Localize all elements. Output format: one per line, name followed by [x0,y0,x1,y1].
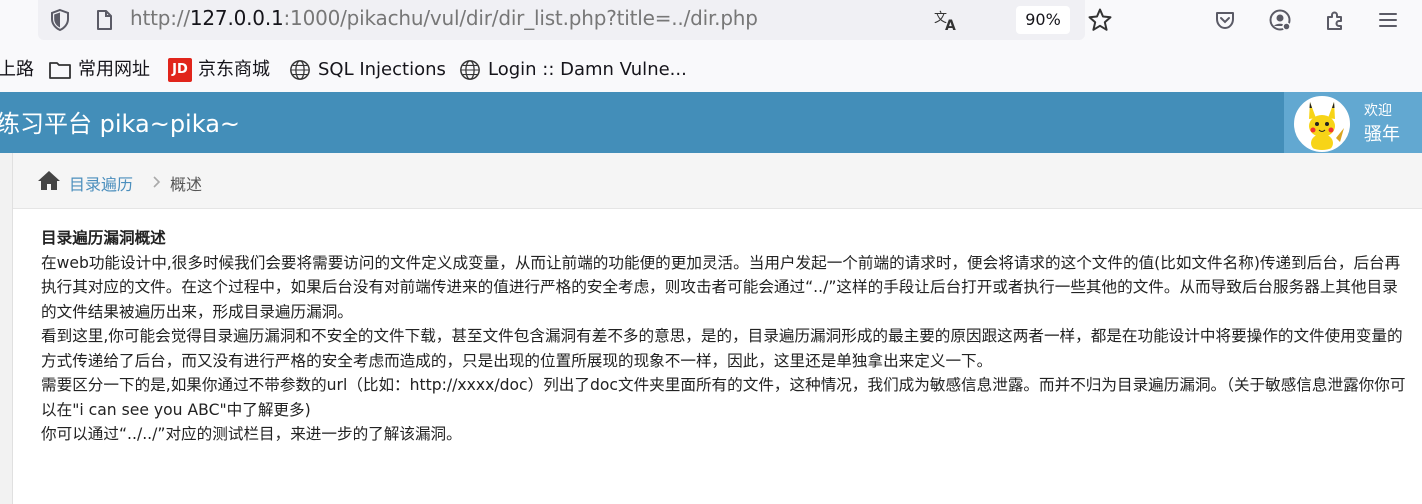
extensions-icon[interactable] [1323,8,1347,32]
browser-toolbar: http://127.0.0.1:1000/pikachu/vul/dir/di… [0,0,1422,46]
username-label: 骚年 [1364,124,1400,145]
translate-icon[interactable]: 文 A [934,8,960,32]
svg-text:A: A [945,18,956,32]
globe-icon [290,60,310,80]
breadcrumb: 目录遍历 概述 [13,153,1422,209]
shield-icon[interactable] [48,8,72,32]
app-title[interactable]: 练习平台 pika~pika~ [0,104,240,139]
welcome-label: 欢迎 [1364,103,1392,119]
article-paragraph: 在web功能设计中,很多时候我们会要将需要访问的文件定义成变量，从而让前端的功能… [41,253,1401,321]
page-info-icon[interactable] [92,8,116,32]
user-menu[interactable]: 欢迎 骚年 [1284,92,1422,153]
bookmark-label: 上路 [0,59,34,80]
avatar [1294,96,1350,152]
bookmark-label: Login :: Damn Vulne... [488,59,687,80]
article-paragraph: 需要区分一下的是,如果你通过不带参数的url（比如：http://xxxx/do… [41,376,1406,419]
bookmark-label: SQL Injections [318,59,446,80]
url-path: :1000/pikachu/vul/dir/dir_list.php?title… [283,6,758,30]
breadcrumb-current: 概述 [170,175,203,194]
globe-icon [460,60,480,80]
pocket-icon[interactable] [1213,8,1237,32]
bookmarks-bar: 上路 常用网址 JD 京东商城 SQL Injections Login :: … [0,46,1422,93]
sidebar [0,153,13,504]
folder-icon [49,62,71,79]
article-heading: 目录遍历漏洞概述 [41,229,166,247]
menu-icon[interactable] [1376,8,1400,32]
breadcrumb-link-dir-traversal[interactable]: 目录遍历 [69,171,133,195]
url-text[interactable]: http://127.0.0.1:1000/pikachu/vul/dir/di… [130,6,758,30]
home-icon[interactable] [37,169,61,191]
account-icon[interactable] [1268,8,1292,32]
bookmark-star-icon[interactable] [1087,7,1113,33]
article-paragraph: 看到这里,你可能会觉得目录遍历漏洞和不安全的文件下载，甚至文件包含漏洞有差不多的… [41,327,1403,370]
bookmark-label: 京东商城 [198,59,270,80]
article: 目录遍历漏洞概述 在web功能设计中,很多时候我们会要将需要访问的文件定义成变量… [41,226,1411,447]
bookmark-label: 常用网址 [78,59,150,80]
jd-icon: JD [168,58,192,82]
bookmark-item[interactable]: 上路 [0,58,34,82]
article-paragraph: 你可以通过“../../”对应的测试栏目，来进一步的了解该漏洞。 [41,425,462,443]
url-host: 127.0.0.1 [189,6,284,30]
app-header: 练习平台 pika~pika~ 欢迎 骚年 [0,92,1422,153]
zoom-level-button[interactable]: 90% [1016,6,1070,34]
address-bar[interactable]: http://127.0.0.1:1000/pikachu/vul/dir/di… [38,0,1112,40]
pikachu-avatar-icon [1309,102,1344,150]
chevron-right-icon [153,176,161,188]
url-scheme: http:// [130,6,190,30]
